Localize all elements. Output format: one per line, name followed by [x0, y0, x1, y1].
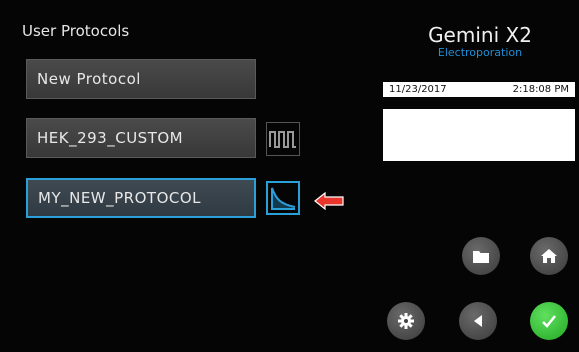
datetime-bar: 11/23/2017 2:18:08 PM — [383, 82, 575, 97]
brand-subtitle: Electroporation — [437, 46, 523, 59]
protocol-label: New Protocol — [37, 70, 141, 88]
page-title: User Protocols — [22, 22, 130, 40]
protocol-button-hek-293-custom[interactable]: HEK_293_CUSTOM — [26, 118, 256, 158]
info-panel — [383, 109, 575, 161]
protocol-button-new[interactable]: New Protocol — [26, 59, 256, 99]
confirm-button[interactable] — [530, 302, 568, 340]
exponential-decay-icon[interactable] — [266, 181, 300, 215]
checkmark-icon — [542, 315, 556, 328]
protocol-label: MY_NEW_PROTOCOL — [38, 189, 202, 207]
brand-block: Gemini X2 Electroporation — [385, 24, 575, 60]
time-text: 2:18:08 PM — [512, 84, 569, 95]
protocol-button-my-new-protocol[interactable]: MY_NEW_PROTOCOL — [26, 178, 256, 218]
folder-icon — [473, 251, 489, 263]
back-button[interactable] — [459, 302, 497, 340]
folder-button[interactable] — [462, 237, 500, 275]
pointer-arrow-icon — [314, 191, 344, 214]
user-protocols-screen: User Protocols New Protocol HEK_293_CUST… — [0, 0, 579, 352]
home-icon — [541, 249, 557, 263]
protocol-label: HEK_293_CUSTOM — [37, 129, 184, 147]
square-wave-icon[interactable] — [266, 122, 300, 156]
back-arrow-icon — [474, 315, 482, 327]
home-button[interactable] — [530, 237, 568, 275]
date-text: 11/23/2017 — [389, 84, 447, 95]
settings-button[interactable] — [387, 302, 425, 340]
gear-icon — [398, 313, 414, 329]
brand-name: Gemini X2 — [428, 23, 532, 47]
